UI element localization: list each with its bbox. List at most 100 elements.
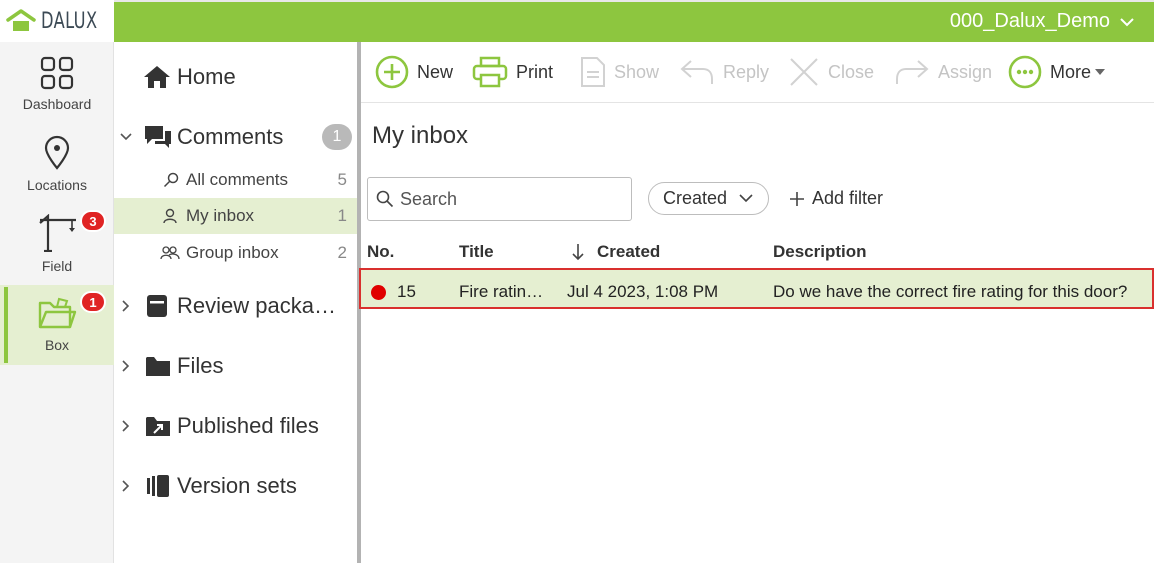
rail-item-locations[interactable]: Locations <box>0 124 114 204</box>
user-icon <box>163 208 177 224</box>
folder-open-icon <box>38 297 77 329</box>
home-icon <box>143 65 171 89</box>
page-title: My inbox <box>372 122 469 149</box>
search-field[interactable] <box>367 177 632 221</box>
nav-item-files[interactable]: Files <box>114 336 357 396</box>
new-button[interactable]: New <box>375 54 453 90</box>
reply-button[interactable]: Reply <box>679 54 769 90</box>
plus-icon <box>790 191 804 206</box>
chevron-down-icon <box>739 194 753 203</box>
close-button[interactable]: Close <box>788 54 874 90</box>
rail-item-box[interactable]: Box 1 <box>0 285 114 365</box>
map-pin-icon <box>44 135 70 170</box>
print-label: Print <box>516 61 554 82</box>
close-label: Close <box>828 61 875 82</box>
nav-item-all-comments[interactable]: All comments 5 <box>114 162 357 198</box>
rail-label: Box <box>44 337 70 353</box>
nav-item-published-files[interactable]: Published files <box>114 396 357 456</box>
nav-item-version-sets[interactable]: Version sets <box>114 456 357 516</box>
nav-label: Version sets <box>177 473 297 498</box>
nav-item-review-packages[interactable]: Review packa… <box>114 276 357 336</box>
print-button[interactable]: Print <box>472 54 553 90</box>
count-badge: 1 <box>322 124 352 150</box>
plus-circle-icon <box>375 55 409 89</box>
house-logo-icon <box>5 9 36 31</box>
notification-badge: 1 <box>80 291 106 313</box>
dalux-logo[interactable]: DALUX <box>0 0 114 42</box>
status-dot <box>371 285 386 300</box>
column-header-no[interactable]: No. <box>367 242 394 262</box>
column-header-title[interactable]: Title <box>459 242 494 262</box>
archive-box-icon <box>146 294 168 318</box>
layers-icon <box>146 474 170 498</box>
nav-item-home[interactable]: Home <box>114 47 357 107</box>
published-folder-icon <box>145 415 171 437</box>
nav-label: Home <box>177 64 236 89</box>
app-window: DALUX Dashboard Locations Field 3 Box 1 … <box>0 0 1154 563</box>
folder-icon <box>145 355 171 377</box>
show-button[interactable]: Show <box>580 54 659 90</box>
assign-label: Assign <box>938 61 993 82</box>
grid-icon <box>40 56 74 90</box>
chevron-down-icon <box>1120 17 1134 26</box>
close-icon <box>790 58 818 86</box>
nav-item-comments[interactable]: Comments 1 <box>114 107 357 167</box>
search-input[interactable] <box>400 188 620 210</box>
nav-label: Review packa… <box>177 293 336 318</box>
top-bar: 000_Dalux_Demo <box>114 0 1154 42</box>
column-header-created[interactable]: Created <box>597 242 660 262</box>
count: 2 <box>337 243 347 262</box>
sort-value: Created <box>663 188 728 208</box>
nav-label: My inbox <box>186 206 255 225</box>
rail-label: Field <box>41 258 73 274</box>
chevron-right-icon[interactable] <box>119 479 133 493</box>
project-name: 000_Dalux_Demo <box>949 10 1110 32</box>
app-rail: DALUX Dashboard Locations Field 3 Box 1 <box>0 0 114 563</box>
rail-item-field[interactable]: Field 3 <box>0 204 114 284</box>
forward-arrow-icon <box>896 60 929 84</box>
users-icon <box>160 246 180 260</box>
search-icon <box>376 190 394 208</box>
navigation-tree: Home Comments 1 All comments 5 My inbox … <box>114 42 357 563</box>
notification-badge: 3 <box>80 210 106 232</box>
count: 1 <box>337 206 347 225</box>
search-icon <box>163 172 179 188</box>
show-label: Show <box>614 61 660 82</box>
cell-description: Do we have the correct fire rating for t… <box>773 282 1128 301</box>
chevron-right-icon[interactable] <box>119 419 133 433</box>
more-button[interactable]: More <box>1008 54 1106 90</box>
reply-label: Reply <box>723 61 770 82</box>
sort-dropdown[interactable]: Created <box>648 182 769 215</box>
add-filter-button[interactable]: Add filter <box>788 182 883 215</box>
count: 5 <box>337 170 347 189</box>
chevron-right-icon[interactable] <box>119 359 133 373</box>
more-label: More <box>1050 61 1092 82</box>
more-dots-icon <box>1008 55 1042 89</box>
comments-icon <box>144 124 172 150</box>
assign-button[interactable]: Assign <box>894 54 992 90</box>
caret-down-icon <box>1095 69 1106 75</box>
logo-text: DALUX <box>40 8 98 34</box>
column-header-description[interactable]: Description <box>773 242 867 262</box>
reply-arrow-icon <box>680 60 713 84</box>
nav-label: Files <box>177 353 224 378</box>
project-selector[interactable]: 000_Dalux_Demo <box>950 10 1134 33</box>
printer-icon <box>472 56 508 88</box>
chevron-right-icon[interactable] <box>119 299 133 313</box>
sort-arrow-down-icon[interactable] <box>571 243 585 261</box>
nav-label: Published files <box>177 413 319 438</box>
nav-item-group-inbox[interactable]: Group inbox 2 <box>114 235 357 271</box>
cell-no: 15 <box>397 282 416 301</box>
nav-label: Group inbox <box>186 243 279 262</box>
chevron-down-icon[interactable] <box>119 130 133 144</box>
nav-item-my-inbox[interactable]: My inbox 1 <box>114 198 357 234</box>
rail-label: Locations <box>27 177 87 193</box>
toolbar: New Print Show Reply Close Assign More <box>361 42 1154 103</box>
crane-icon <box>39 214 76 252</box>
rail-label: Dashboard <box>22 96 92 112</box>
cell-created: Jul 4 2023, 1:08 PM <box>567 282 719 301</box>
document-icon <box>581 57 605 87</box>
rail-item-dashboard[interactable]: Dashboard <box>0 44 114 124</box>
nav-label: All comments <box>186 170 289 189</box>
table-row[interactable]: 15 Fire ratin… Jul 4 2023, 1:08 PM Do we… <box>359 268 1154 309</box>
